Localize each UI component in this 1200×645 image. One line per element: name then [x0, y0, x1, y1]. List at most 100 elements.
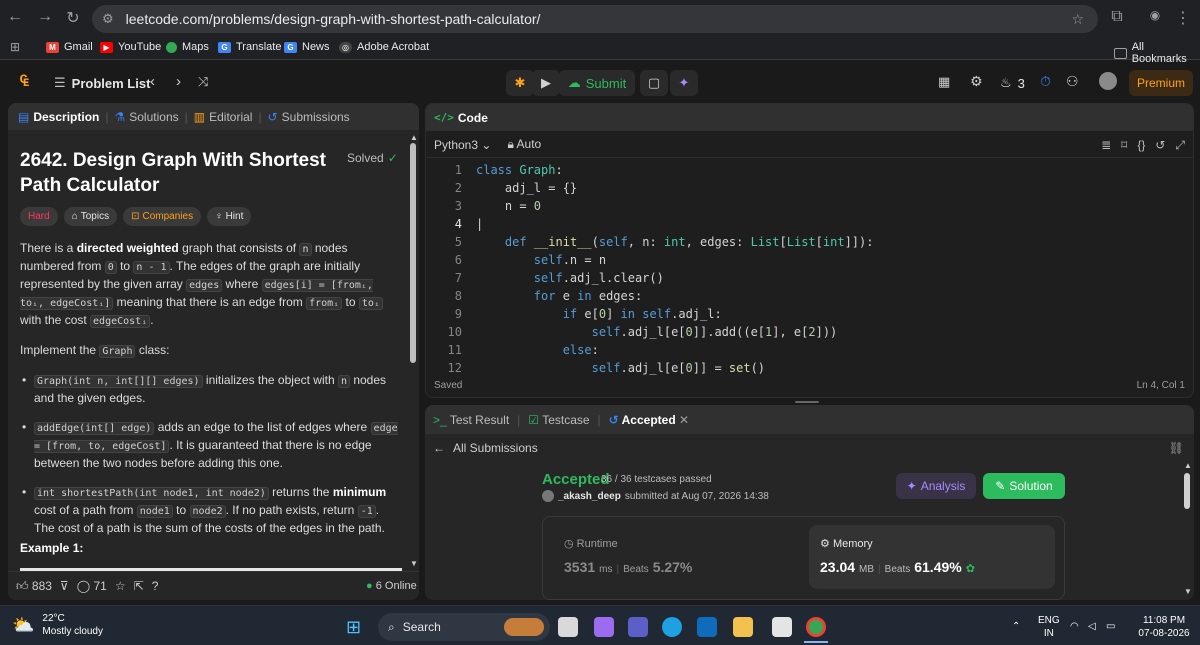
- submit-button[interactable]: ☁ Submit: [559, 70, 635, 96]
- wifi-icon[interactable]: ◠: [1070, 620, 1079, 633]
- bookmark-youtube[interactable]: ▶ YouTube: [100, 41, 161, 53]
- notes-icon[interactable]: ▢: [640, 70, 668, 96]
- forward-arrow-icon[interactable]: →: [34, 8, 56, 26]
- share-icon[interactable]: ⇱: [134, 579, 144, 593]
- code-line: 9 if e[0] in self.adj_l:: [454, 307, 722, 321]
- problem-list-link[interactable]: ☰ Problem List: [54, 75, 150, 91]
- bookmark-news[interactable]: G News: [284, 41, 330, 53]
- language-select[interactable]: Python3 ⌄: [434, 138, 491, 152]
- book-icon: ▥: [193, 109, 206, 124]
- link-icon[interactable]: ⛓: [1169, 441, 1184, 455]
- layout-icon[interactable]: ▦: [938, 74, 950, 90]
- settings-gear-icon[interactable]: ⚙: [970, 73, 983, 90]
- tag-icon: ⌂: [71, 211, 78, 222]
- tab-editorial[interactable]: ▥ Editorial: [194, 110, 253, 124]
- format-icon[interactable]: ≣: [1101, 138, 1111, 153]
- file-explorer-icon[interactable]: [733, 617, 753, 637]
- debug-icon[interactable]: ✱: [506, 70, 534, 96]
- tab-testcase[interactable]: ☑ Testcase: [528, 413, 589, 427]
- tab-solutions[interactable]: ⚗ Solutions: [114, 110, 178, 124]
- description-scrollbar[interactable]: [410, 143, 416, 363]
- windows-start-icon[interactable]: ⊞: [346, 617, 361, 638]
- companies-tag[interactable]: ⊡ Companies: [123, 207, 202, 226]
- app-icon[interactable]: [772, 617, 792, 637]
- site-info-icon[interactable]: ⚙: [102, 11, 114, 27]
- close-icon[interactable]: ✕: [679, 413, 689, 427]
- memory-card[interactable]: [809, 525, 1055, 589]
- bookmark-maps[interactable]: Maps: [166, 41, 209, 53]
- code-area[interactable]: 1 class Graph: 2 adj_l = {} 3 n = 0 4 | 5 …: [426, 160, 1193, 375]
- tab-description[interactable]: ▤ Description: [18, 110, 99, 124]
- cursor-position: Ln 4, Col 1: [1136, 380, 1185, 391]
- next-problem-icon[interactable]: ›: [176, 73, 181, 90]
- outlook-icon[interactable]: [697, 617, 717, 637]
- dislike-icon[interactable]: ⊽: [60, 579, 69, 593]
- edge-icon[interactable]: [662, 617, 682, 637]
- bookmark-translate[interactable]: G Translate: [218, 41, 281, 53]
- extensions-icon[interactable]: ⧉: [1106, 8, 1128, 26]
- expand-icon[interactable]: ⤢: [1175, 138, 1185, 153]
- description-paragraph: Implement the Graph class:: [20, 343, 170, 358]
- scroll-up-icon[interactable]: ▲: [410, 133, 418, 142]
- method-list: Graph(int n, int[][] edges) initializes …: [20, 372, 402, 537]
- ai-sparkle-icon[interactable]: ✦: [670, 70, 698, 96]
- hint-tag[interactable]: ♀ Hint: [207, 207, 252, 226]
- result-scrollbar[interactable]: [1184, 473, 1190, 509]
- tab-submissions[interactable]: ↺ Submissions: [268, 110, 350, 124]
- add-user-icon[interactable]: ⚇: [1066, 73, 1079, 90]
- taskbar-search[interactable]: ⌕ Search: [378, 613, 550, 641]
- scroll-down-icon[interactable]: ▼: [1184, 587, 1192, 596]
- comments-button[interactable]: ◯ 71: [77, 579, 107, 593]
- bookmark-icon[interactable]: ⌑: [1121, 138, 1127, 153]
- all-submissions-link[interactable]: ← All Submissions: [433, 441, 538, 455]
- reset-icon[interactable]: ↺: [1155, 138, 1165, 153]
- tray-chevron-icon[interactable]: ⌃: [1012, 620, 1020, 633]
- run-icon[interactable]: ▶: [532, 70, 560, 96]
- braces-icon[interactable]: {}: [1137, 138, 1145, 153]
- battery-icon[interactable]: ▭: [1106, 620, 1115, 633]
- runtime-label[interactable]: ◷ Runtime: [564, 537, 618, 550]
- teams-icon[interactable]: [628, 617, 648, 637]
- speaker-icon[interactable]: ◁: [1088, 620, 1096, 633]
- reload-icon[interactable]: ↻: [62, 8, 84, 28]
- prev-problem-icon[interactable]: ‹: [150, 73, 155, 90]
- lightbulb-icon: ♀: [215, 211, 223, 222]
- weather-widget[interactable]: ⛅ 22°C Mostly cloudy: [12, 612, 103, 638]
- profile-avatar[interactable]: ◉: [1144, 8, 1166, 22]
- menu-icon[interactable]: ⋮: [1172, 8, 1194, 28]
- problem-description: There is a directed weighted graph that …: [20, 240, 402, 549]
- tab-accepted[interactable]: ↺ Accepted ✕: [609, 413, 689, 427]
- analysis-button[interactable]: ✦ Analysis: [896, 473, 976, 499]
- bookmark-gmail[interactable]: M Gmail: [46, 41, 93, 53]
- help-icon[interactable]: ?: [152, 579, 159, 593]
- streak-counter[interactable]: ♨ 3: [1000, 75, 1025, 91]
- topics-tag[interactable]: ⌂ Topics: [63, 207, 118, 226]
- solution-button[interactable]: ✎ Solution: [983, 473, 1065, 499]
- timer-icon[interactable]: ⏱: [1040, 73, 1051, 90]
- premium-button[interactable]: Premium: [1129, 70, 1193, 96]
- scroll-up-icon[interactable]: ▲: [1184, 461, 1192, 470]
- scroll-down-icon[interactable]: ▼: [410, 559, 418, 568]
- tab-test-result[interactable]: >_ Test Result: [433, 413, 509, 427]
- history-icon: ↺: [608, 412, 619, 427]
- autocomplete-mode[interactable]: 🔒︎ Auto: [507, 137, 541, 152]
- language-indicator[interactable]: ENG IN: [1038, 614, 1060, 640]
- bookmark-adobe-acrobat[interactable]: ◎ Adobe Acrobat: [339, 41, 429, 53]
- code-line: 6 self.n = n: [454, 253, 607, 267]
- chrome-icon[interactable]: [806, 617, 826, 637]
- clock[interactable]: 11:08 PM 07-08-2026: [1136, 614, 1192, 640]
- user-avatar[interactable]: [1099, 72, 1117, 90]
- copilot-icon[interactable]: [594, 617, 614, 637]
- apps-icon[interactable]: ⊞: [10, 40, 20, 54]
- favorite-star-icon[interactable]: ☆: [115, 579, 126, 593]
- back-arrow-icon[interactable]: ←: [4, 8, 26, 26]
- panel-resize-handle[interactable]: [795, 401, 819, 403]
- active-app-indicator: [804, 641, 828, 643]
- leetcode-logo-icon[interactable]: ₠: [20, 73, 29, 91]
- bookmark-star-icon[interactable]: ☆: [1071, 11, 1084, 28]
- address-bar[interactable]: ⚙ leetcode.com/problems/design-graph-wit…: [92, 5, 1098, 33]
- like-button[interactable]: 👍︎ 883: [16, 579, 52, 594]
- task-view-icon[interactable]: [558, 617, 578, 637]
- shuffle-icon[interactable]: ⤨: [198, 74, 208, 90]
- code-line: 12 self.adj_l[e[0]] = set(): [447, 361, 766, 375]
